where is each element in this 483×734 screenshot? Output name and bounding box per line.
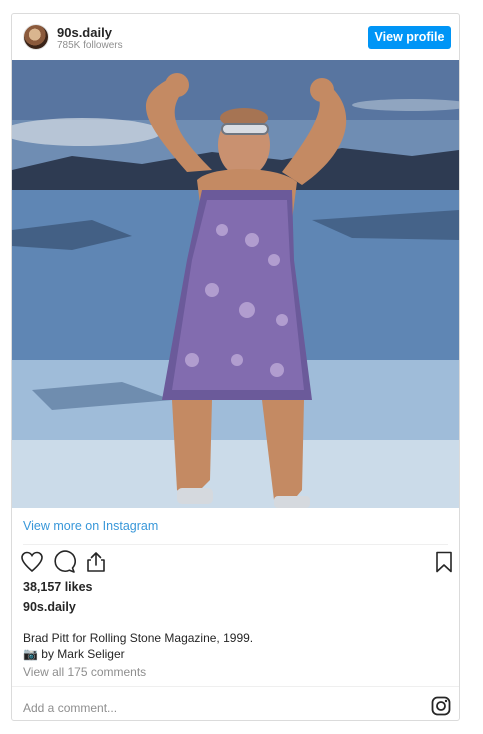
post-header: 90s.daily 785K followers View profile <box>12 14 459 59</box>
divider <box>12 686 459 687</box>
view-all-comments-link[interactable]: View all 175 comments <box>23 665 146 679</box>
post-photo-illustration <box>12 60 459 508</box>
owner-username[interactable]: 90s.daily <box>23 600 76 614</box>
add-comment-input[interactable]: Add a comment... <box>23 701 117 715</box>
comment-icon[interactable] <box>52 550 76 574</box>
share-icon[interactable] <box>84 550 108 574</box>
profile-avatar[interactable] <box>23 24 49 50</box>
divider <box>23 544 448 545</box>
likes-count[interactable]: 38,157 likes <box>23 580 93 594</box>
heart-icon[interactable] <box>20 550 44 574</box>
caption-line-1: Brad Pitt for Rolling Stone Magazine, 19… <box>23 631 254 645</box>
photographer-credit: by Mark Seliger <box>37 647 125 661</box>
caption-line-2: 📷 by Mark Seliger <box>23 646 253 662</box>
post-caption: Brad Pitt for Rolling Stone Magazine, 19… <box>23 630 253 662</box>
post-image[interactable] <box>12 60 459 508</box>
username-link[interactable]: 90s.daily <box>57 25 112 40</box>
camera-icon: 📷 <box>23 647 38 661</box>
bookmark-icon[interactable] <box>432 550 456 574</box>
view-profile-button[interactable]: View profile <box>368 26 451 49</box>
instagram-logo-icon[interactable] <box>431 696 451 716</box>
followers-count: 785K followers <box>57 40 123 51</box>
instagram-embed-card: 90s.daily 785K followers View profile Vi… <box>11 13 460 721</box>
view-more-link[interactable]: View more on Instagram <box>23 519 158 533</box>
